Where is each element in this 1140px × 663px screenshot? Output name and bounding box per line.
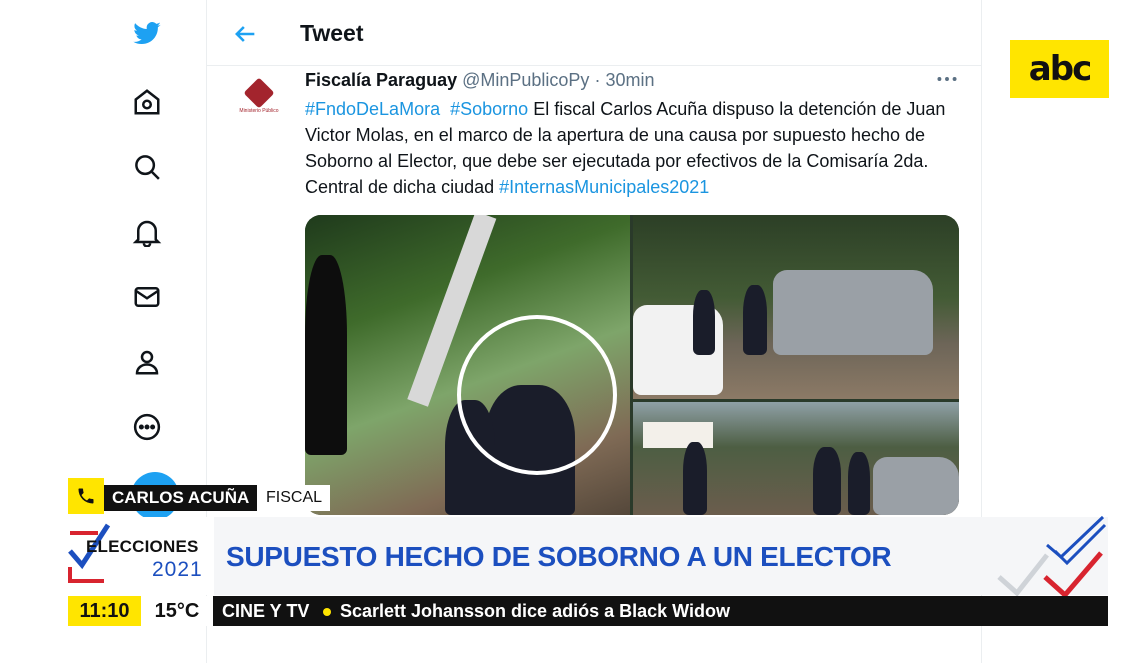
ballot-checks-icon [997,515,1107,597]
phone-icon [78,488,94,504]
profile-icon[interactable] [127,342,167,382]
author-handle[interactable]: @MinPublicoPy [462,70,589,90]
more-horizontal-icon[interactable] [934,66,960,92]
tweet-time[interactable]: 30min [605,70,654,90]
twitter-sidebar [115,0,180,520]
meta-separator: · [594,70,601,90]
car-shape [873,457,959,515]
phone-box [68,478,104,514]
program-title: ELECCIONES [86,537,199,556]
tweet-photo[interactable] [633,402,959,515]
person-shape [743,285,767,355]
twitter-bird-icon[interactable] [127,14,167,54]
person-shape [683,442,707,515]
hashtag-link[interactable]: #Soborno [450,99,528,119]
person-shape [305,255,347,455]
back-arrow-icon[interactable] [231,20,259,48]
caller-role: FISCAL [258,485,331,511]
tweet-photo[interactable] [633,215,959,399]
avatar[interactable]: Ministerio Público [235,74,283,122]
temperature: 15°C [141,596,213,626]
caller-name: CARLOS ACUÑA [104,485,258,511]
ticker-text: Scarlett Johansson dice adiós a Black Wi… [340,601,730,621]
tweet-text: #FndoDeLaMora #Soborno El fiscal Carlos … [305,96,955,200]
seal-icon [243,77,275,109]
more-circle-icon[interactable] [127,407,167,447]
ticker-category: CINE Y TV [222,601,310,621]
tweet-media-grid [305,215,959,515]
page-title: Tweet [300,20,364,46]
avatar-caption: Ministerio Público [239,108,279,114]
hashtag-link[interactable]: #InternasMunicipales2021 [499,177,709,197]
clock: 11:10 [68,596,141,626]
home-icon[interactable] [127,82,167,122]
tweet-photo[interactable] [305,215,630,515]
author-name[interactable]: Fiscalía Paraguay [305,70,457,90]
search-icon[interactable] [127,147,167,187]
program-year: 2021 [152,558,203,581]
column-header: Tweet [207,0,981,66]
hashtag-link[interactable]: #FndoDeLaMora [305,99,440,119]
bullet-icon [323,608,331,616]
tweet-header: Fiscalía Paraguay @MinPublicoPy · 30min [305,70,655,91]
highlight-circle [457,315,617,475]
logo-text: abc [1028,49,1092,89]
mail-icon[interactable] [127,277,167,317]
person-shape [848,452,870,515]
photo-sign [643,422,713,448]
car-shape [773,270,933,355]
person-shape [693,290,715,355]
person-shape [813,447,841,515]
headline: SUPUESTO HECHO DE SOBORNO A UN ELECTOR [226,541,892,572]
channel-logo: abc [1010,40,1109,98]
bell-icon[interactable] [127,212,167,252]
